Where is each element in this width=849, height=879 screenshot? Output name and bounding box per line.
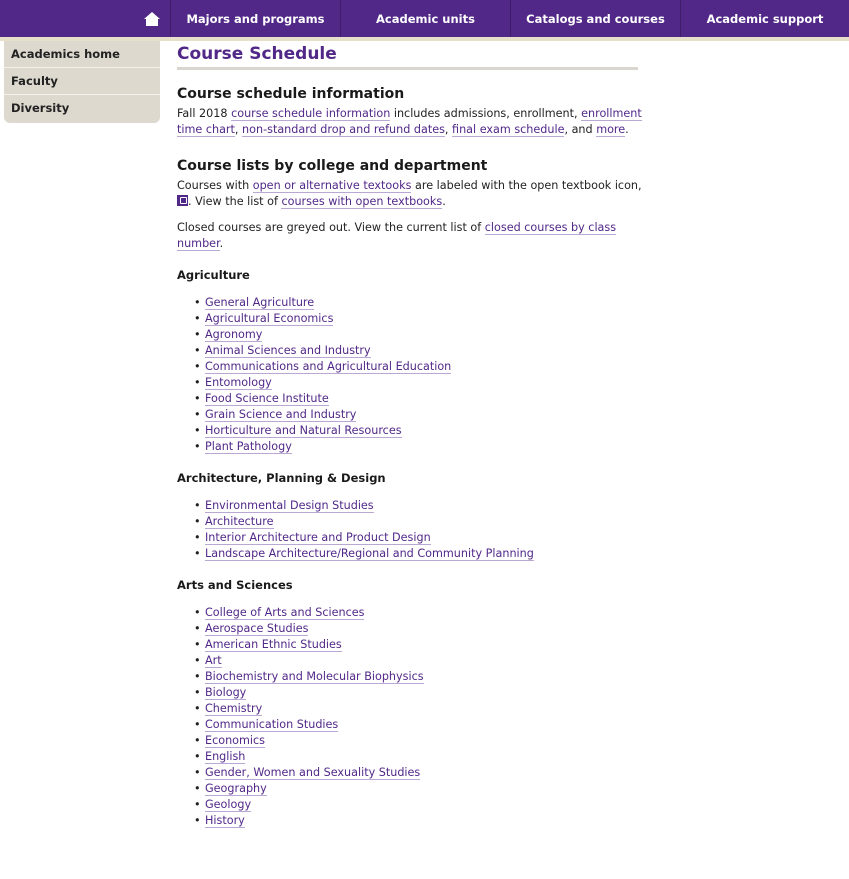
department-link[interactable]: Interior Architecture and Product Design <box>205 531 431 545</box>
department-link[interactable]: College of Arts and Sciences <box>205 606 365 620</box>
sidebar: Academics home Faculty Diversity <box>4 41 160 123</box>
department-link[interactable]: Geography <box>205 782 267 796</box>
department-link[interactable]: Animal Sciences and Industry <box>205 344 371 358</box>
courses-with-open-textbooks-link[interactable]: courses with open textbooks <box>281 195 443 209</box>
sidebar-item-faculty[interactable]: Faculty <box>4 68 160 95</box>
list-item: Agricultural Economics <box>177 311 647 327</box>
list-item: Biochemistry and Molecular Biophysics <box>177 669 647 685</box>
department-link[interactable]: Gender, Women and Sexuality Studies <box>205 766 421 780</box>
college-heading-architecture: Architecture, Planning & Design <box>177 471 386 485</box>
list-item: History <box>177 813 647 829</box>
department-link[interactable]: Architecture <box>205 515 274 529</box>
list-item: Agronomy <box>177 327 647 343</box>
college-heading-agriculture: Agriculture <box>177 268 250 282</box>
course-schedule-info-text: Fall 2018 course schedule information in… <box>177 107 642 137</box>
course-schedule-info-heading: Course schedule information <box>177 86 405 102</box>
list-item: Animal Sciences and Industry <box>177 343 647 359</box>
list-item: Horticulture and Natural Resources <box>177 423 647 439</box>
list-item: Aerospace Studies <box>177 621 647 637</box>
sidebar-item-diversity[interactable]: Diversity <box>4 95 160 123</box>
college-heading-arts-and-sciences: Arts and Sciences <box>177 578 293 592</box>
home-link[interactable] <box>0 0 170 37</box>
open-textbooks-link[interactable]: open or alternative textooks <box>252 179 412 193</box>
list-item: Communication Studies <box>177 717 647 733</box>
top-navigation: Majors and programs Academic units Catal… <box>0 0 849 37</box>
home-icon <box>144 11 160 26</box>
list-item: Architecture <box>177 514 647 530</box>
course-lists-heading: Course lists by college and department <box>177 158 488 174</box>
department-link[interactable]: Geology <box>205 798 252 812</box>
nav-majors-and-programs[interactable]: Majors and programs <box>170 0 340 37</box>
open-textbooks-text: Courses with open or alternative textook… <box>177 179 642 209</box>
department-link[interactable]: Entomology <box>205 376 272 390</box>
list-item: Environmental Design Studies <box>177 498 647 514</box>
department-link[interactable]: Biochemistry and Molecular Biophysics <box>205 670 424 684</box>
final-exam-schedule-link[interactable]: final exam schedule <box>452 123 565 137</box>
department-link[interactable]: Biology <box>205 686 247 700</box>
sidebar-item-academics-home[interactable]: Academics home <box>4 41 160 68</box>
list-item: Grain Science and Industry <box>177 407 647 423</box>
list-item: Geography <box>177 781 647 797</box>
department-link[interactable]: American Ethnic Studies <box>205 638 342 652</box>
department-link[interactable]: Art <box>205 654 222 668</box>
open-textbook-icon <box>177 195 188 206</box>
department-list-arts-and-sciences: College of Arts and Sciences Aerospace S… <box>177 605 647 829</box>
main-content: Course Schedule Course schedule informat… <box>177 44 647 829</box>
nav-catalogs-and-courses[interactable]: Catalogs and courses <box>510 0 680 37</box>
nav-academic-support[interactable]: Academic support <box>680 0 849 37</box>
list-item: Entomology <box>177 375 647 391</box>
course-schedule-information-link[interactable]: course schedule information <box>231 107 391 121</box>
department-link[interactable]: Environmental Design Studies <box>205 499 374 513</box>
list-item: Food Science Institute <box>177 391 647 407</box>
list-item: Economics <box>177 733 647 749</box>
department-list-architecture: Environmental Design Studies Architectur… <box>177 498 647 562</box>
department-link[interactable]: Agricultural Economics <box>205 312 334 326</box>
list-item: Gender, Women and Sexuality Studies <box>177 765 647 781</box>
department-link[interactable]: Food Science Institute <box>205 392 329 406</box>
closed-courses-text: Closed courses are greyed out. View the … <box>177 221 617 251</box>
department-link[interactable]: Plant Pathology <box>205 440 292 454</box>
list-item: Art <box>177 653 647 669</box>
department-link[interactable]: Communications and Agricultural Educatio… <box>205 360 452 374</box>
nav-academic-units[interactable]: Academic units <box>340 0 510 37</box>
more-link[interactable]: more <box>596 123 626 137</box>
list-item: Communications and Agricultural Educatio… <box>177 359 647 375</box>
list-item: College of Arts and Sciences <box>177 605 647 621</box>
department-link[interactable]: Chemistry <box>205 702 263 716</box>
list-item: Plant Pathology <box>177 439 647 455</box>
department-link[interactable]: Aerospace Studies <box>205 622 309 636</box>
list-item: Chemistry <box>177 701 647 717</box>
list-item: Interior Architecture and Product Design <box>177 530 647 546</box>
department-link[interactable]: Communication Studies <box>205 718 339 732</box>
department-link[interactable]: General Agriculture <box>205 296 315 310</box>
department-list-agriculture: General Agriculture Agricultural Economi… <box>177 295 647 455</box>
list-item: Landscape Architecture/Regional and Comm… <box>177 546 647 562</box>
department-link[interactable]: Agronomy <box>205 328 263 342</box>
list-item: Biology <box>177 685 647 701</box>
department-link[interactable]: Landscape Architecture/Regional and Comm… <box>205 547 534 561</box>
department-link[interactable]: Grain Science and Industry <box>205 408 357 422</box>
department-link[interactable]: Horticulture and Natural Resources <box>205 424 402 438</box>
department-link[interactable]: English <box>205 750 246 764</box>
department-link[interactable]: History <box>205 814 245 828</box>
list-item: Geology <box>177 797 647 813</box>
list-item: General Agriculture <box>177 295 647 311</box>
page-title: Course Schedule <box>177 44 638 70</box>
department-link[interactable]: Economics <box>205 734 265 748</box>
drop-refund-dates-link[interactable]: non-standard drop and refund dates <box>242 123 445 137</box>
list-item: American Ethnic Studies <box>177 637 647 653</box>
list-item: English <box>177 749 647 765</box>
